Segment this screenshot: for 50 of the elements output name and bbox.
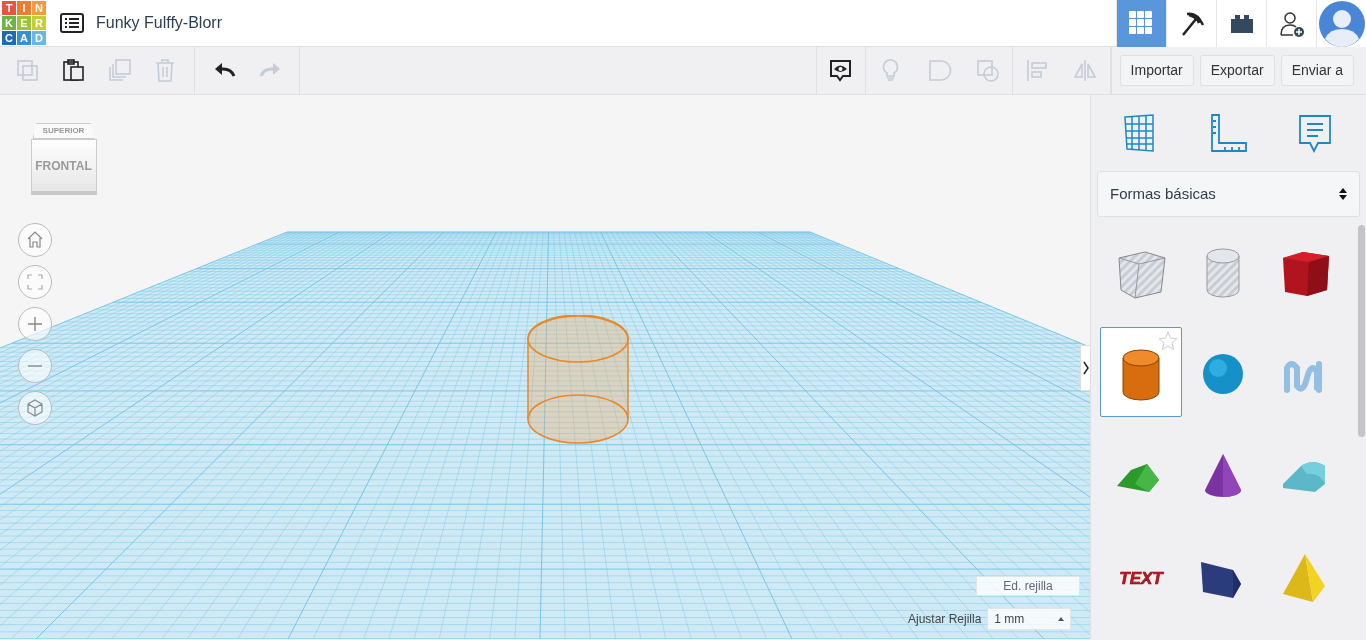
eye-speech-bubble-icon	[828, 58, 854, 83]
shape-tile[interactable]: TEXT	[1100, 531, 1182, 621]
collapse-panel-button[interactable]	[1080, 345, 1091, 391]
design-title[interactable]: Funky Fulffy-Blorr	[96, 11, 222, 35]
action-button[interactable]: Importar	[1119, 55, 1194, 86]
cube-front-label: FRONTAL	[30, 139, 97, 195]
caret-icon	[1058, 617, 1065, 621]
copy-icon	[14, 58, 40, 83]
cube-top-label: SUPERIOR	[32, 123, 95, 139]
logo-letter: R	[32, 16, 46, 30]
action-button[interactable]: Enviar a	[1280, 55, 1354, 86]
grid-icon	[1128, 10, 1155, 37]
ungroup-icon	[975, 58, 1001, 83]
logo-letter: E	[17, 16, 31, 30]
logo-letter: T	[2, 1, 16, 15]
logo-letter: A	[17, 31, 31, 45]
star-icon[interactable]	[1157, 330, 1179, 352]
sort-arrows-icon	[1339, 187, 1347, 201]
duplicate-icon	[106, 58, 132, 83]
logo-letter: D	[32, 31, 46, 45]
shape-tile[interactable]	[1100, 327, 1182, 417]
add-user-icon	[1278, 10, 1305, 37]
home-button[interactable]	[18, 223, 52, 257]
align-icon	[1024, 58, 1050, 83]
chevron-icon	[1082, 361, 1089, 375]
ruler-icon	[1208, 113, 1249, 153]
group-icon	[926, 58, 952, 83]
snap-grid-select[interactable]: 1 mm	[987, 608, 1072, 630]
cylinder-drawing[interactable]	[527, 315, 629, 445]
brick-button[interactable]	[1216, 0, 1266, 47]
logo-letter: N	[32, 1, 46, 15]
paste-icon	[60, 58, 86, 83]
zoom-in-button[interactable]	[18, 307, 52, 341]
logo-letter: C	[2, 31, 16, 45]
scrollbar[interactable]	[1358, 225, 1365, 437]
avatar-button[interactable]	[1316, 0, 1366, 47]
perspective-button[interactable]	[18, 391, 52, 425]
mirror-icon	[1073, 58, 1099, 83]
text-label: TEXT	[1111, 546, 1171, 606]
list-icon[interactable]	[60, 13, 84, 33]
snap-grid-label: Ajustar Rejilla	[908, 611, 982, 628]
action-button[interactable]: Exportar	[1199, 55, 1275, 86]
logo-letter: K	[2, 16, 16, 30]
logo-letter: I	[17, 1, 31, 15]
library-select[interactable]: Formas básicas	[1097, 171, 1360, 217]
edit-grid-button[interactable]: Ed. rejilla	[976, 576, 1080, 596]
fit-button[interactable]	[18, 265, 52, 299]
zoom-out-button[interactable]	[18, 349, 52, 383]
pickaxe-button[interactable]	[1166, 0, 1216, 47]
add-user-button[interactable]	[1266, 0, 1316, 47]
